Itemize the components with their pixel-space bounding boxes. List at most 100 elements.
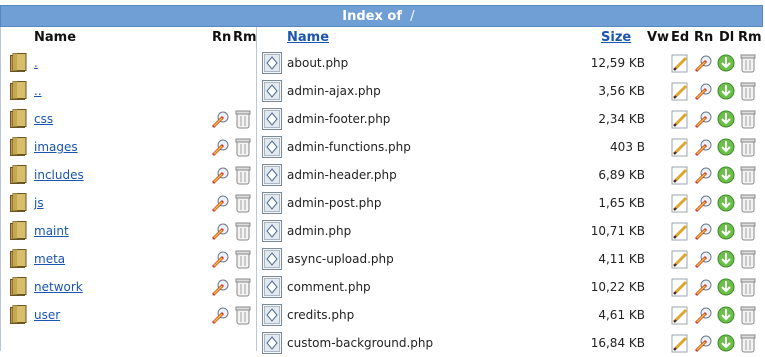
trash-icon[interactable] [738, 277, 756, 297]
dir-link[interactable]: . [34, 56, 38, 70]
folder-icon[interactable] [10, 221, 27, 240]
rename-icon[interactable] [694, 277, 712, 297]
folder-icon[interactable] [10, 137, 27, 156]
dir-link[interactable]: includes [34, 168, 84, 182]
file-row: about.php 12,59 KB [257, 49, 765, 77]
folder-icon[interactable] [10, 81, 27, 100]
file-size: 2,34 KB [598, 112, 645, 126]
edit-pencil-icon[interactable] [671, 333, 689, 353]
dir-link[interactable]: network [34, 280, 83, 294]
trash-icon[interactable] [738, 193, 756, 213]
dir-header-name: Name [34, 30, 77, 45]
php-file-icon[interactable] [262, 192, 282, 214]
file-header-name[interactable]: Name [287, 27, 329, 49]
php-file-icon[interactable] [262, 304, 282, 326]
rename-icon[interactable] [694, 193, 712, 213]
php-file-icon[interactable] [262, 136, 282, 158]
dir-link[interactable]: meta [34, 252, 65, 266]
trash-icon[interactable] [233, 193, 253, 213]
file-name: admin.php [287, 224, 352, 238]
trash-icon[interactable] [738, 333, 756, 353]
edit-pencil-icon[interactable] [671, 137, 689, 157]
file-header-size[interactable]: Size [601, 27, 631, 49]
download-icon[interactable] [717, 53, 735, 73]
trash-icon[interactable] [738, 81, 756, 101]
trash-icon[interactable] [233, 305, 253, 325]
php-file-icon[interactable] [262, 248, 282, 270]
download-icon[interactable] [717, 221, 735, 241]
php-file-icon[interactable] [262, 220, 282, 242]
php-file-icon[interactable] [262, 52, 282, 74]
edit-pencil-icon[interactable] [671, 165, 689, 185]
rename-icon[interactable] [694, 165, 712, 185]
trash-icon[interactable] [738, 221, 756, 241]
rename-icon[interactable] [694, 137, 712, 157]
title-path[interactable]: / [410, 9, 415, 24]
trash-icon[interactable] [233, 137, 253, 157]
rename-icon[interactable] [694, 53, 712, 73]
rename-icon[interactable] [211, 305, 231, 325]
download-icon[interactable] [717, 305, 735, 325]
dir-link[interactable]: images [34, 140, 78, 154]
download-icon[interactable] [717, 109, 735, 129]
trash-icon[interactable] [738, 53, 756, 73]
rename-icon[interactable] [694, 249, 712, 269]
edit-pencil-icon[interactable] [671, 249, 689, 269]
dir-link[interactable]: user [34, 308, 60, 322]
download-icon[interactable] [717, 249, 735, 269]
folder-icon[interactable] [10, 249, 27, 268]
edit-pencil-icon[interactable] [671, 81, 689, 101]
rename-icon[interactable] [211, 137, 231, 157]
php-file-icon[interactable] [262, 276, 282, 298]
download-icon[interactable] [717, 165, 735, 185]
folder-icon[interactable] [10, 165, 27, 184]
download-icon[interactable] [717, 137, 735, 157]
download-icon[interactable] [717, 277, 735, 297]
trash-icon[interactable] [233, 221, 253, 241]
dir-link[interactable]: js [34, 196, 44, 210]
dir-link[interactable]: maint [34, 224, 69, 238]
trash-icon[interactable] [738, 165, 756, 185]
edit-pencil-icon[interactable] [671, 53, 689, 73]
rename-icon[interactable] [211, 277, 231, 297]
trash-icon[interactable] [233, 165, 253, 185]
php-file-icon[interactable] [262, 164, 282, 186]
title-bar: Index of / [0, 5, 763, 27]
download-icon[interactable] [717, 333, 735, 353]
dir-link[interactable]: css [34, 112, 53, 126]
trash-icon[interactable] [233, 109, 253, 129]
folder-icon[interactable] [10, 305, 27, 324]
download-icon[interactable] [717, 193, 735, 213]
rename-icon[interactable] [211, 221, 231, 241]
trash-icon[interactable] [738, 109, 756, 129]
php-file-icon[interactable] [262, 80, 282, 102]
rename-icon[interactable] [694, 81, 712, 101]
rename-icon[interactable] [211, 109, 231, 129]
rename-icon[interactable] [211, 165, 231, 185]
file-name: admin-footer.php [287, 112, 391, 126]
edit-pencil-icon[interactable] [671, 305, 689, 325]
trash-icon[interactable] [738, 137, 756, 157]
file-row: admin-post.php 1,65 KB [257, 189, 765, 217]
trash-icon[interactable] [738, 305, 756, 325]
folder-icon[interactable] [10, 53, 27, 72]
dir-link[interactable]: .. [34, 84, 42, 98]
folder-icon[interactable] [10, 193, 27, 212]
edit-pencil-icon[interactable] [671, 193, 689, 213]
rename-icon[interactable] [211, 249, 231, 269]
rename-icon[interactable] [211, 193, 231, 213]
edit-pencil-icon[interactable] [671, 277, 689, 297]
trash-icon[interactable] [233, 249, 253, 269]
php-file-icon[interactable] [262, 108, 282, 130]
rename-icon[interactable] [694, 333, 712, 353]
edit-pencil-icon[interactable] [671, 221, 689, 241]
rename-icon[interactable] [694, 109, 712, 129]
trash-icon[interactable] [233, 277, 253, 297]
rename-icon[interactable] [694, 221, 712, 241]
edit-pencil-icon[interactable] [671, 109, 689, 129]
download-icon[interactable] [717, 81, 735, 101]
rename-icon[interactable] [694, 305, 712, 325]
folder-icon[interactable] [10, 109, 27, 128]
folder-icon[interactable] [10, 277, 27, 296]
trash-icon[interactable] [738, 249, 756, 269]
